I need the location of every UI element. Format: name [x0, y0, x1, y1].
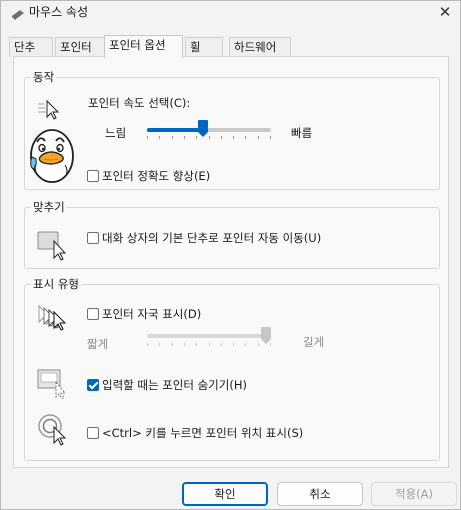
slider-tick — [221, 343, 222, 346]
slider-tick — [209, 136, 210, 139]
short-label: 짧게 — [87, 337, 109, 351]
snap-to-group-label: 맞추기 — [31, 200, 67, 214]
mouse-icon — [12, 9, 24, 20]
visibility-group-label: 표시 유형 — [31, 277, 81, 291]
slider-tick — [270, 136, 271, 139]
speed-slider[interactable] — [147, 120, 271, 142]
ctrl-locate-checkbox[interactable] — [87, 427, 99, 439]
slider-tick — [159, 343, 160, 346]
slider-tick — [184, 343, 185, 346]
trail-slider-track — [147, 334, 271, 338]
pointer-options-panel: 동작 포인터 속도 선택(C): 느림 빠름 포인터 정확도 향상(E) 맞추기… — [13, 56, 449, 468]
speed-label: 포인터 속도 선택(C): — [88, 96, 191, 110]
slider-tick — [147, 343, 148, 346]
motion-group: 동작 포인터 속도 선택(C): 느림 빠름 포인터 정확도 향상(E) — [24, 70, 440, 190]
pointer-trails-icon — [38, 304, 67, 331]
long-label: 길게 — [303, 335, 325, 349]
snap-to-button-icon — [37, 231, 67, 261]
title-bar: 마우스 속성 ✕ — [1, 1, 460, 31]
slider-tick — [270, 343, 271, 346]
cancel-button[interactable]: 취소 — [277, 482, 363, 506]
trail-length-slider[interactable] — [147, 327, 271, 349]
snap-to-group: 맞추기 대화 상자의 기본 단추로 포인터 자동 이동(U) — [24, 200, 440, 269]
slider-tick — [245, 136, 246, 139]
slider-tick — [221, 136, 222, 139]
visibility-group: 표시 유형 포인터 자국 표시(D) 짧게 길게 입력할 때는 포인터 숨기기(… — [24, 277, 440, 461]
speed-slider-fill — [147, 128, 203, 132]
trails-checkbox[interactable] — [87, 308, 99, 320]
locate-pointer-icon — [38, 414, 67, 446]
slider-tick — [172, 343, 173, 346]
slider-tick — [258, 343, 259, 346]
slow-label: 느림 — [105, 126, 127, 140]
precision-label[interactable]: 포인터 정확도 향상(E) — [102, 169, 210, 183]
ctrl-locate-label[interactable]: <Ctrl> 키를 누르면 포인터 위치 표시(S) — [102, 426, 303, 440]
slider-tick — [196, 343, 197, 346]
tab-pointers[interactable]: 포인터 — [55, 37, 105, 57]
close-icon: ✕ — [438, 3, 452, 21]
trails-label[interactable]: 포인터 자국 표시(D) — [102, 307, 201, 321]
pointer-speed-icon — [38, 99, 60, 120]
tab-pointer-options[interactable]: 포인터 옵션 — [104, 35, 183, 58]
window-title: 마우스 속성 — [29, 5, 89, 19]
fast-label: 빠름 — [291, 126, 313, 140]
snap-label[interactable]: 대화 상자의 기본 단추로 포인터 자동 이동(U) — [102, 231, 321, 245]
tab-hardware[interactable]: 하드웨어 — [229, 37, 291, 57]
slider-tick — [172, 136, 173, 139]
motion-group-label: 동작 — [31, 70, 57, 84]
slider-tick — [147, 136, 148, 139]
slider-tick — [258, 136, 259, 139]
slider-tick — [233, 343, 234, 346]
apply-button[interactable]: 적용(A) — [371, 482, 457, 506]
close-button[interactable]: ✕ — [430, 1, 460, 23]
duck-mascot-sticker — [30, 129, 74, 183]
slider-tick — [233, 136, 234, 139]
slider-tick — [209, 343, 210, 346]
hide-typing-checkbox[interactable] — [87, 379, 99, 391]
mouse-properties-window: 마우스 속성 ✕ 단추 포인터 포인터 옵션 휠 하드웨어 동작 포인터 속도 … — [0, 0, 461, 510]
precision-checkbox[interactable] — [87, 170, 99, 182]
slider-tick — [196, 136, 197, 139]
slider-tick — [159, 136, 160, 139]
hide-pointer-typing-icon — [37, 369, 67, 399]
slider-tick — [184, 136, 185, 139]
tab-buttons[interactable]: 단추 — [9, 37, 53, 57]
ok-button[interactable]: 확인 — [182, 482, 268, 506]
tab-wheel[interactable]: 휠 — [185, 37, 223, 57]
speed-slider-thumb[interactable] — [198, 120, 208, 138]
slider-tick — [245, 343, 246, 346]
snap-checkbox[interactable] — [87, 232, 99, 244]
hide-typing-label[interactable]: 입력할 때는 포인터 숨기기(H) — [102, 378, 247, 392]
